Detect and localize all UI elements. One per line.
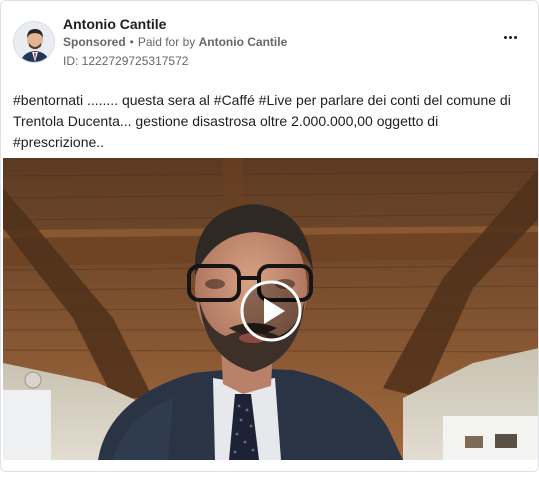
ad-card: Antonio Cantile Sponsored • Paid for by An… bbox=[0, 0, 539, 472]
more-options-icon[interactable] bbox=[498, 29, 522, 45]
ad-header: Antonio Cantile Sponsored • Paid for by An… bbox=[13, 13, 526, 71]
play-icon[interactable] bbox=[240, 280, 302, 342]
more-dot bbox=[513, 35, 517, 39]
separator-dot: • bbox=[129, 35, 134, 49]
sponsorship-line: Sponsored • Paid for by Antonio Cantile bbox=[63, 35, 287, 49]
post-text: #bentornati ........ questa sera al #Caf… bbox=[13, 92, 511, 150]
more-dot bbox=[508, 35, 512, 39]
avatar[interactable] bbox=[13, 21, 55, 63]
author-name[interactable]: Antonio Cantile bbox=[63, 16, 166, 32]
video-player[interactable] bbox=[3, 158, 538, 460]
more-dot bbox=[503, 35, 507, 39]
ad-id: ID: 1222729725317572 bbox=[63, 54, 189, 68]
paid-for-name[interactable]: Antonio Cantile bbox=[199, 35, 288, 49]
paid-for-prefix: Paid for by bbox=[137, 35, 196, 49]
sponsored-label: Sponsored bbox=[63, 35, 126, 49]
